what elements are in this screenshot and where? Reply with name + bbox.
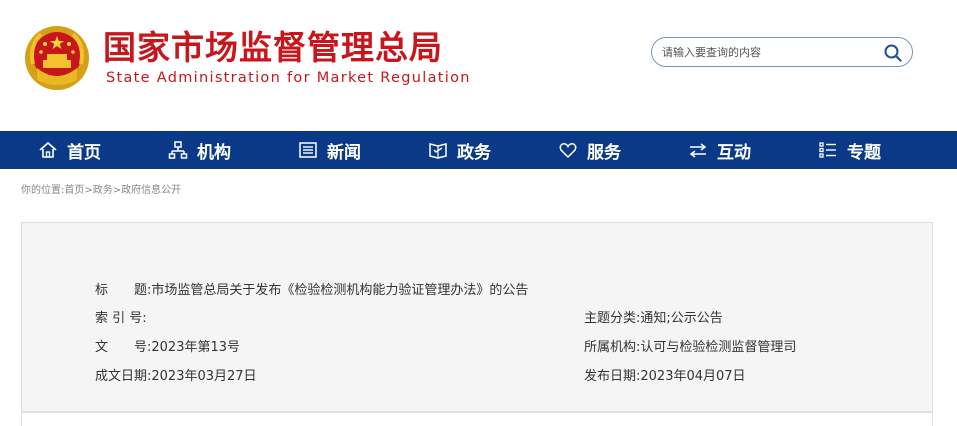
nav-item-services[interactable]: 服务 xyxy=(558,131,621,169)
topic-row: 主题分类:通知;公示公告 xyxy=(584,310,723,328)
created-date-value: 2023年03月27日 xyxy=(151,369,257,384)
nav-item-organization[interactable]: 机构 xyxy=(168,131,231,169)
exchange-arrows-icon xyxy=(688,140,708,160)
doc-number-label: 文 号: xyxy=(95,340,152,355)
search-input[interactable] xyxy=(662,42,877,62)
published-date-label: 发布日期: xyxy=(584,369,641,384)
topic-label: 主题分类: xyxy=(584,311,641,326)
org-chart-icon xyxy=(168,140,188,160)
index-label: 索 引 号: xyxy=(95,311,147,326)
nav-item-news[interactable]: 新闻 xyxy=(298,131,361,169)
nav-item-label: 互动 xyxy=(717,142,751,163)
organization-value: 认可与检验检测监督管理司 xyxy=(640,340,797,355)
nav-item-government-affairs[interactable]: 政务 xyxy=(428,131,491,169)
index-row: 索 引 号: xyxy=(95,310,147,328)
organization-label: 所属机构: xyxy=(584,340,641,355)
site-header: 国家市场监督管理总局 State Administration for Mark… xyxy=(0,0,957,131)
search-box xyxy=(651,37,913,67)
doc-number-value: 2023年第13号 xyxy=(151,340,241,355)
doc-number-row: 文 号:2023年第13号 xyxy=(95,339,240,357)
search-icon[interactable] xyxy=(884,44,902,62)
breadcrumb-item-government[interactable]: 政务 xyxy=(93,185,113,196)
nav-item-label: 机构 xyxy=(197,142,231,163)
nav-item-interaction[interactable]: 互动 xyxy=(688,131,751,169)
nav-item-label: 首页 xyxy=(67,142,101,163)
site-title-en[interactable]: State Administration for Market Regulati… xyxy=(106,70,471,86)
topic-value: 通知;公示公告 xyxy=(640,311,723,326)
breadcrumb-item-home[interactable]: 首页 xyxy=(64,185,84,196)
breadcrumb-prefix: 你的位置: xyxy=(21,185,65,196)
nav-item-label: 政务 xyxy=(457,142,491,163)
nav-item-label: 新闻 xyxy=(327,142,361,163)
content-area xyxy=(21,412,933,426)
published-date-value: 2023年04月07日 xyxy=(640,369,746,384)
created-date-row: 成文日期:2023年03月27日 xyxy=(95,368,257,386)
national-emblem-icon[interactable] xyxy=(23,24,91,92)
document-info-panel: 标 题:市场监管总局关于发布《检验检测机构能力验证管理办法》的公告 索 引 号:… xyxy=(21,222,933,412)
heart-icon xyxy=(558,140,578,160)
home-icon xyxy=(38,140,58,160)
nav-item-label: 专题 xyxy=(847,142,881,163)
published-date-row: 发布日期:2023年04月07日 xyxy=(584,368,746,386)
government-affairs-icon xyxy=(428,140,448,160)
breadcrumb: 你的位置:首页>政务>政府信息公开 xyxy=(21,181,181,196)
title-row: 标 题:市场监管总局关于发布《检验检测机构能力验证管理办法》的公告 xyxy=(95,282,528,300)
organization-row: 所属机构:认可与检验检测监督管理司 xyxy=(584,339,796,357)
site-title-cn[interactable]: 国家市场监督管理总局 xyxy=(103,28,443,68)
nav-item-topics[interactable]: 专题 xyxy=(818,131,881,169)
breadcrumb-separator: > xyxy=(84,185,93,196)
nav-item-home[interactable]: 首页 xyxy=(38,131,101,169)
title-label: 标 题: xyxy=(95,283,152,298)
list-icon xyxy=(818,140,838,160)
nav-item-label: 服务 xyxy=(587,142,621,163)
breadcrumb-item-info-disclosure[interactable]: 政府信息公开 xyxy=(121,185,181,196)
main-nav: 首页 机构 新闻 政务 服务 互动 专题 xyxy=(0,131,957,169)
created-date-label: 成文日期: xyxy=(95,369,152,384)
news-icon xyxy=(298,140,318,160)
title-value: 市场监管总局关于发布《检验检测机构能力验证管理办法》的公告 xyxy=(151,283,529,298)
breadcrumb-separator: > xyxy=(112,185,122,196)
